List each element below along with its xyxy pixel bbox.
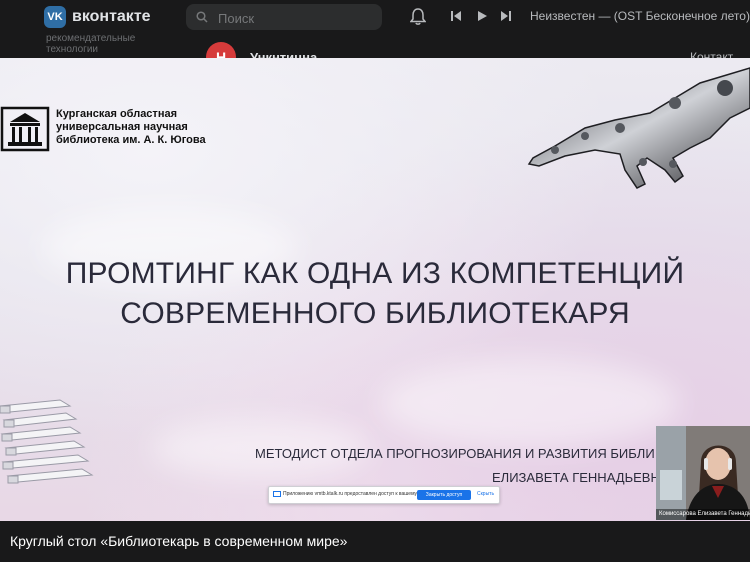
now-playing-track[interactable]: Неизвестен — (OST Бесконечное лето) (530, 9, 750, 23)
slide-title: ПРОМТИНГ КАК ОДНА ИЗ КОМПЕТЕНЦИЙ СОВРЕМЕ… (0, 254, 750, 334)
library-name-line: Курганская областная (56, 108, 177, 120)
library-name: Курганская областная универсальная научн… (56, 108, 206, 147)
bell-icon[interactable] (410, 8, 426, 26)
stop-sharing-button[interactable]: Закрыть доступ (417, 490, 471, 500)
library-logo (0, 106, 50, 152)
vk-header: VK вконтакте Неизвестен — (OST Бесконечн… (0, 0, 750, 72)
speaker-name: ЕЛИЗАВЕТА ГЕННАДЬЕВН (492, 470, 660, 485)
library-name-line: библиотека им. А. К. Югова (56, 134, 206, 146)
cloud-decoration (380, 358, 680, 448)
vk-brand[interactable]: вконтакте (72, 6, 151, 28)
participant-name: Комиссарова Елизавета Геннадьевна (656, 509, 750, 520)
search-box[interactable] (186, 4, 382, 30)
next-track-icon[interactable] (500, 10, 512, 22)
participant-camera[interactable]: Комиссарова Елизавета Геннадьевна (656, 426, 750, 520)
books-illustration (0, 399, 94, 484)
video-caption-bar: Круглый стол «Библиотекарь в современном… (0, 521, 750, 562)
robot-hand-illustration (527, 67, 750, 189)
video-title[interactable]: Круглый стол «Библиотекарь в современном… (10, 533, 347, 549)
screen-share-notice: Приложению vmtb.ktalk.ru предоставлен до… (268, 486, 500, 504)
slide-title-line: СОВРЕМЕННОГО БИБЛИОТЕКАРЯ (120, 297, 630, 330)
sidebar-subtext[interactable]: рекомендательные технологии (46, 33, 166, 55)
vk-logo[interactable]: VK (44, 6, 66, 28)
participant-video (656, 426, 750, 520)
hide-notice-button[interactable]: Скрыть (477, 491, 494, 497)
speaker-role: МЕТОДИСТ ОТДЕЛА ПРОГНОЗИРОВАНИЯ И РАЗВИТ… (255, 446, 655, 461)
slide-title-line: ПРОМТИНГ КАК ОДНА ИЗ КОМПЕТЕНЦИЙ (65, 257, 685, 290)
search-input[interactable] (216, 8, 370, 28)
library-name-line: универсальная научная (56, 121, 188, 133)
video-player[interactable]: Курганская областная универсальная научн… (0, 58, 750, 521)
screen-share-icon (273, 491, 281, 497)
play-icon[interactable] (476, 10, 488, 22)
search-icon (196, 11, 208, 23)
previous-track-icon[interactable] (450, 10, 462, 22)
screen-share-text: Приложению vmtb.ktalk.ru предоставлен до… (283, 491, 435, 497)
